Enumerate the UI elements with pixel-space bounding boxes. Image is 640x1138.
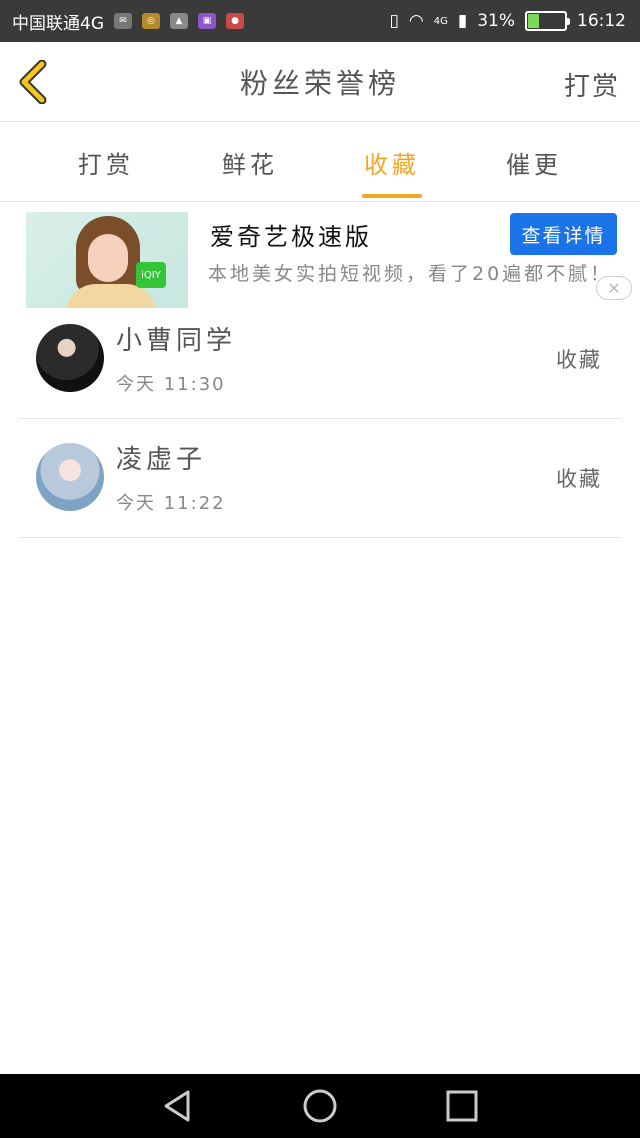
tab-indicator (362, 194, 422, 198)
network-type-label: 4G (433, 15, 448, 27)
tab-favorites[interactable]: 收藏 (332, 122, 452, 202)
timestamp: 今天 11:22 (116, 493, 226, 514)
ad-image: iQIY (26, 212, 188, 308)
avatar (36, 443, 104, 511)
ad-close-button[interactable]: ✕ (596, 276, 632, 300)
vibrate-icon: ▯ (389, 11, 399, 31)
timestamp: 今天 11:30 (116, 374, 226, 395)
message-notification-icon: ● (226, 13, 244, 29)
signal-icon: ▮ (457, 11, 468, 31)
battery-icon (525, 11, 570, 31)
page-title: 粉丝荣誉榜 (239, 66, 400, 100)
action-label: 收藏 (556, 348, 602, 372)
list-item[interactable]: 小曹同学 今天 11:30 收藏 (18, 300, 622, 419)
wifi-icon: ◠ (408, 11, 424, 31)
tab-label: 鲜花 (222, 150, 278, 179)
recents-square-icon[interactable] (444, 1088, 480, 1124)
iqiyi-logo: iQIY (136, 262, 166, 288)
action-label: 收藏 (556, 467, 602, 491)
tab-bar: 打赏 鲜花 收藏 催更 (0, 122, 640, 202)
list-item[interactable]: 凌虚子 今天 11:22 收藏 (18, 419, 622, 538)
fan-list: 小曹同学 今天 11:30 收藏 凌虚子 今天 11:22 收藏 (18, 300, 622, 538)
ad-details-button[interactable]: 查看详情 (510, 213, 617, 255)
ad-banner[interactable]: iQIY 爱奇艺极速版 本地美女实拍短视频，看了20遍都不腻！ 查看详情 (0, 203, 640, 311)
user-name: 小曹同学 (116, 326, 237, 356)
system-nav-bar (0, 1074, 640, 1138)
tab-label: 催更 (506, 150, 562, 179)
clock: 16:12 (577, 11, 626, 31)
battery-fill (528, 14, 540, 28)
download-notification-icon: ▲ (170, 13, 188, 29)
tab-label: 收藏 (364, 150, 420, 179)
tab-reward[interactable]: 打赏 (46, 122, 166, 202)
tab-urge-update[interactable]: 催更 (474, 122, 594, 202)
close-icon: ✕ (607, 278, 621, 298)
gallery-notification-icon: ▣ (198, 13, 216, 29)
app-header: 粉丝荣誉榜 打赏 (0, 42, 640, 122)
tab-label: 打赏 (78, 150, 134, 179)
avatar (36, 324, 104, 392)
back-triangle-icon[interactable] (160, 1088, 196, 1124)
notification-icon: ✉ (114, 13, 132, 29)
battery-percent: 31% (477, 11, 515, 31)
tab-flowers[interactable]: 鲜花 (190, 122, 310, 202)
home-circle-icon[interactable] (302, 1088, 338, 1124)
reward-button[interactable]: 打赏 (564, 66, 620, 103)
app-notification-icon: ◎ (142, 13, 160, 29)
user-name: 凌虚子 (116, 445, 207, 475)
status-bar: 中国联通4G ✉ ◎ ▲ ▣ ● ▯ ◠ 4G ▮ 31% 16:12 (0, 0, 640, 42)
ad-title: 爱奇艺极速版 (210, 223, 372, 251)
carrier-label: 中国联通4G (12, 13, 104, 34)
